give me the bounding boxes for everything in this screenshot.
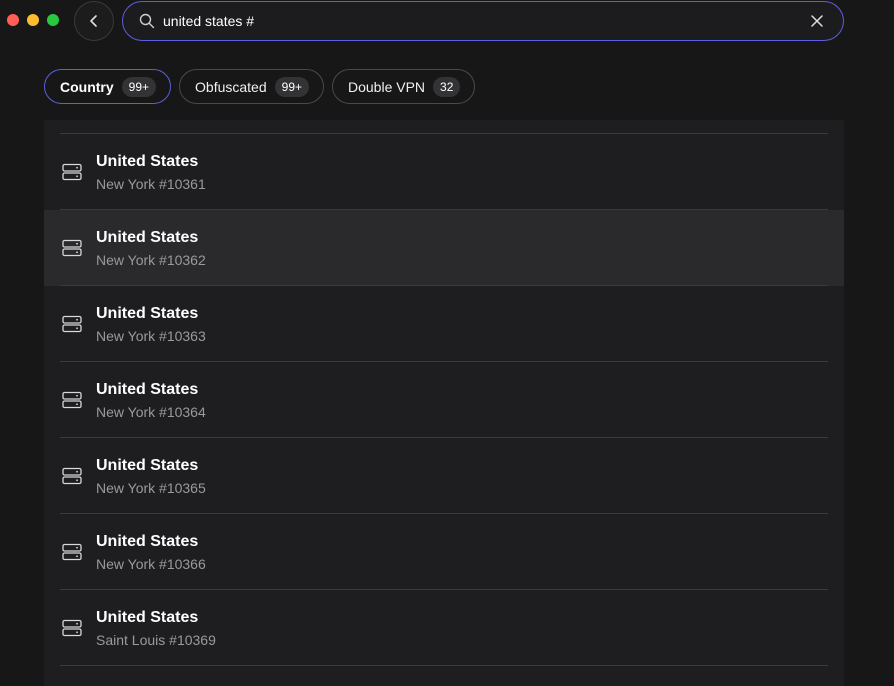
- server-country: United States: [96, 608, 199, 626]
- back-button[interactable]: [74, 1, 114, 41]
- server-country: United States: [96, 532, 199, 550]
- server-icon: [62, 467, 82, 485]
- server-name: New York #10364: [96, 403, 206, 420]
- server-country: United States: [96, 228, 199, 246]
- chevron-left-icon: [90, 15, 97, 27]
- server-row[interactable]: United States New York #10363: [44, 286, 844, 362]
- vpn-search-window: Country 99+ Obfuscated 99+ Double VPN 32…: [0, 0, 894, 686]
- filter-chip-label: Double VPN: [348, 78, 426, 95]
- server-name: New York #10366: [96, 555, 206, 572]
- filter-chip-count: 99+: [274, 76, 309, 97]
- close-window-button[interactable]: [7, 14, 19, 26]
- filter-chip-label: Country: [60, 78, 114, 95]
- search-icon: [139, 12, 157, 30]
- server-country: United States: [96, 456, 199, 474]
- server-icon: [62, 619, 82, 637]
- server-name: New York #10365: [96, 479, 206, 496]
- server-icon: [62, 391, 82, 409]
- server-row[interactable]: United States New York #10365: [44, 438, 844, 514]
- server-row[interactable]: United States New York #10364: [44, 362, 844, 438]
- server-icon: [62, 239, 82, 257]
- server-name: New York #10362: [96, 251, 206, 268]
- filter-chip-count: 32: [433, 76, 461, 97]
- filter-chip-count: 99+: [121, 76, 157, 97]
- close-icon: [811, 15, 823, 27]
- list-top-spacer: [44, 120, 844, 134]
- filter-chip-label: Obfuscated: [195, 78, 267, 95]
- server-icon: [62, 543, 82, 561]
- server-name: Saint Louis #10369: [96, 631, 216, 648]
- minimize-window-button[interactable]: [27, 14, 39, 26]
- search-input[interactable]: [163, 13, 805, 29]
- server-row[interactable]: United States New York #10361: [44, 134, 844, 210]
- zoom-window-button[interactable]: [47, 14, 59, 26]
- server-icon: [62, 163, 82, 181]
- filter-chip-double-vpn[interactable]: Double VPN 32: [332, 69, 476, 104]
- server-icon: [62, 315, 82, 333]
- server-row[interactable]: United States Saint Louis #10369: [44, 590, 844, 666]
- server-country: United States: [96, 152, 199, 170]
- filter-chip-country[interactable]: Country 99+: [44, 69, 172, 104]
- server-row[interactable]: United States New York #10362: [44, 210, 844, 286]
- server-list[interactable]: United States New York #10361 United Sta…: [44, 120, 844, 686]
- filter-chip-obfuscated[interactable]: Obfuscated 99+: [179, 69, 324, 104]
- server-country: United States: [96, 304, 199, 322]
- server-row[interactable]: United States New York #10366: [44, 514, 844, 590]
- clear-search-button[interactable]: [805, 9, 829, 33]
- server-name: New York #10361: [96, 175, 206, 192]
- server-name: New York #10363: [96, 327, 206, 344]
- search-bar[interactable]: [122, 1, 844, 41]
- filter-chips: Country 99+ Obfuscated 99+ Double VPN 32: [44, 69, 476, 104]
- window-controls: [7, 14, 59, 26]
- server-country: United States: [96, 380, 199, 398]
